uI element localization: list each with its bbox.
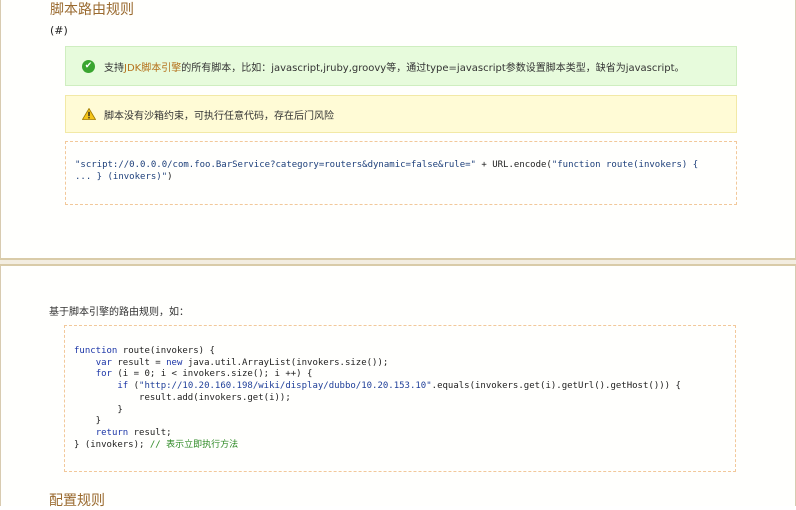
- section-title: 脚本路由规则: [50, 2, 134, 18]
- code-text: } (invokers);: [74, 439, 150, 450]
- next-section-title: 配置规则: [49, 493, 105, 509]
- success-text-prefix: 支持: [104, 62, 124, 74]
- code-comment: // 表示立即执行方法: [149, 439, 239, 450]
- code-text: + URL.encode(: [475, 160, 552, 170]
- code-text: }: [74, 404, 123, 415]
- code-text: (: [128, 381, 140, 392]
- warning-triangle-icon: [82, 108, 96, 120]
- code-text: result;: [128, 427, 172, 438]
- code-string: "function route(invokers) {: [551, 160, 699, 170]
- code-text: }: [74, 416, 102, 427]
- code-keyword: function: [74, 346, 118, 356]
- code-string: "script://0.0.0.0/com.foo.BarService?cat…: [75, 160, 476, 170]
- section-divider: [0, 258, 796, 266]
- warning-message: 脚本没有沙箱约束，可执行任意代码，存在后门风险: [65, 95, 737, 133]
- code-text: .equals(invokers.get(i).getUrl().getHost…: [431, 381, 681, 392]
- code-keyword: for: [95, 369, 112, 380]
- warning-text: 脚本没有沙箱约束，可执行任意代码，存在后门风险: [104, 110, 334, 122]
- code-text: ): [167, 171, 173, 182]
- intro-text: 基于脚本引擎的路由规则，如：: [49, 307, 189, 318]
- script-route-panel: 脚本路由规则 (#) ✔ 支持JDK脚本引擎的所有脚本，比如：javascrip…: [0, 0, 796, 258]
- check-circle-icon: ✔: [82, 59, 95, 73]
- code-string: "http://10.20.160.198/wiki/display/dubbo…: [139, 381, 432, 392]
- success-text: 支持JDK脚本引擎的所有脚本，比如：javascript,jruby,groov…: [104, 59, 685, 74]
- code-string: ... } (invokers)": [75, 171, 168, 182]
- code-text: java.util.ArrayList(invokers.size());: [182, 357, 389, 368]
- success-text-highlight: JDK脚本引擎: [124, 62, 182, 74]
- code-block-route-function: function route(invokers) { var result = …: [64, 325, 736, 472]
- code-block-url-example: "script://0.0.0.0/com.foo.BarService?cat…: [65, 141, 737, 205]
- success-message: ✔ 支持JDK脚本引擎的所有脚本，比如：javascript,jruby,gro…: [65, 46, 737, 86]
- code-keyword: return: [95, 427, 129, 438]
- code-keyword: new: [166, 357, 183, 368]
- code-keyword: if: [117, 381, 129, 392]
- code-text: route(invokers) {: [117, 346, 215, 356]
- code-text: (i = 0; i < invokers.size(); i ++) {: [111, 369, 313, 380]
- code-text: result =: [111, 357, 167, 368]
- section-anchor-link[interactable]: (#): [50, 24, 68, 37]
- code-text: result.add(invokers.get(i));: [74, 392, 291, 403]
- success-text-suffix: 的所有脚本，比如：javascript,jruby,groovy等，通过type…: [181, 62, 685, 74]
- code-keyword: var: [95, 357, 112, 368]
